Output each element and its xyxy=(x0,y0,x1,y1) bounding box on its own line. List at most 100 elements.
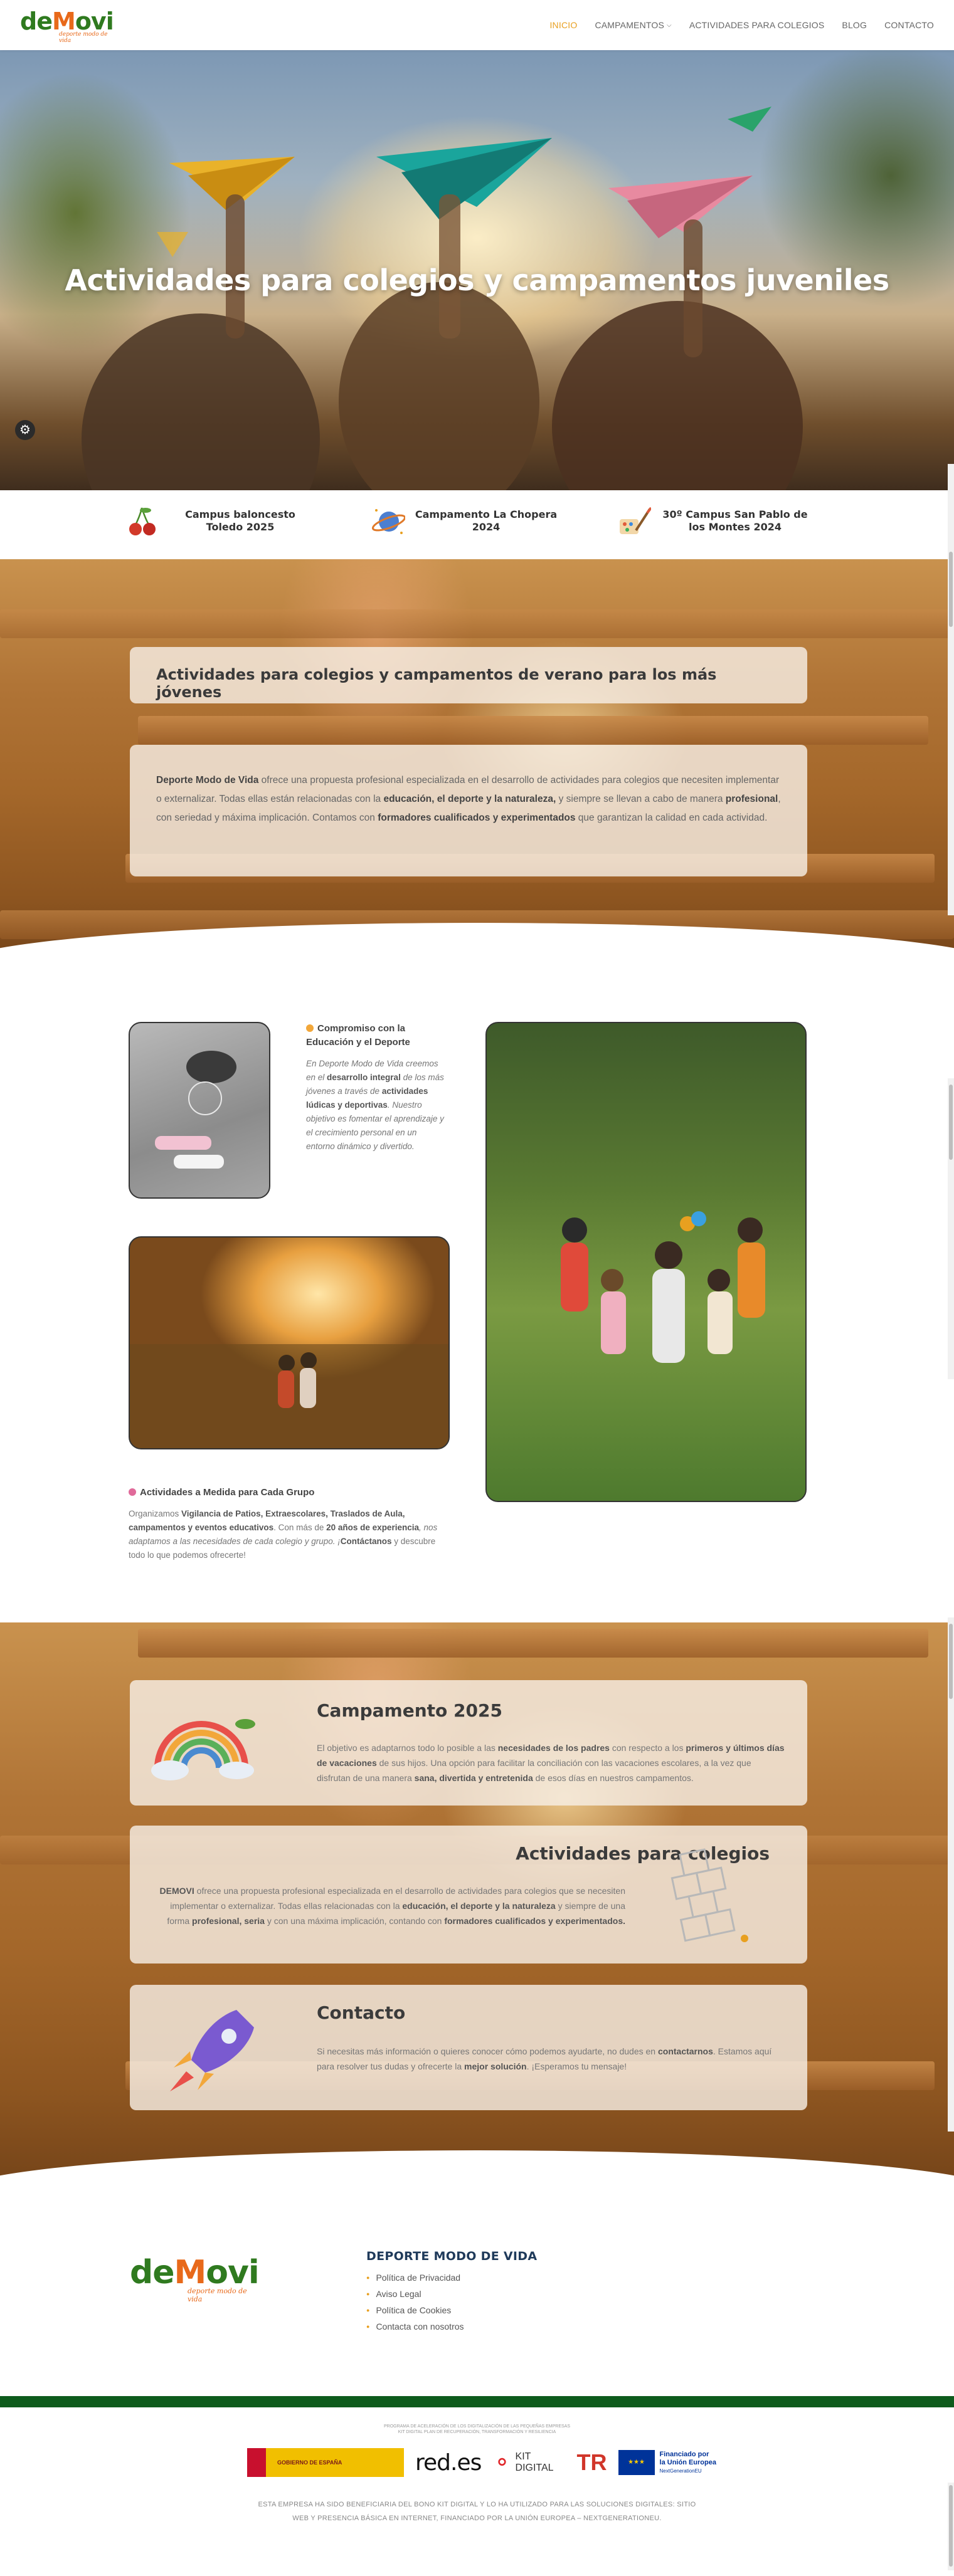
scrollbar[interactable] xyxy=(948,464,954,915)
nav-label: ACTIVIDADES PARA COLEGIOS xyxy=(689,20,825,30)
prtr-logo-icon: TR xyxy=(576,2449,607,2475)
contact-bold[interactable]: contactarnos xyxy=(658,2046,713,2056)
cherries-icon xyxy=(125,504,159,538)
scroll-thumb[interactable] xyxy=(949,552,953,627)
site-header: deMovi deporte modo de vida INICIO CAMPA… xyxy=(0,0,954,50)
logo-part-left: de xyxy=(130,2254,174,2291)
eu-logo-text: Financiado por la Unión Europea NextGenera… xyxy=(660,2451,716,2475)
footer-links-block: DEPORTE MODO DE VIDA Política de Privaci… xyxy=(366,2249,617,2335)
accessibility-gear-icon[interactable]: ⚙ xyxy=(15,420,35,440)
camp-bold: necesidades de los padres xyxy=(497,1743,610,1753)
rocket-icon xyxy=(170,2010,254,2091)
caption-line: WEB Y PRESENCIA BÁSICA EN INTERNET, FINA… xyxy=(292,2515,662,2522)
flower-icon xyxy=(129,1488,136,1496)
commitment-title: Compromiso con la Educación y el Deporte xyxy=(306,1023,410,1048)
logo-tagline: deporte modo de vida xyxy=(59,31,108,44)
nav-blog[interactable]: BLOG xyxy=(842,20,867,30)
cherries-icon-graphic xyxy=(129,507,156,535)
wood-plank xyxy=(138,716,928,745)
kit-digital-logo: ⚬ KIT DIGITAL xyxy=(492,2449,565,2476)
kids-playing-illustration xyxy=(561,1211,765,1363)
paint-icon-graphic xyxy=(620,507,651,534)
footer-link-contact[interactable]: Contacta con nosotros xyxy=(366,2318,617,2335)
planet-icon-graphic xyxy=(371,509,405,534)
scrollbar[interactable] xyxy=(948,1078,954,1379)
contact-bold: mejor solución xyxy=(464,2061,527,2071)
footer-logo[interactable]: deMovi deporte modo de vida xyxy=(130,2254,260,2303)
custom-bold: 20 años de experiencia xyxy=(326,1523,419,1532)
schools-bold: profesional, seria xyxy=(192,1916,265,1926)
section-curve xyxy=(0,2150,954,2212)
camp-card[interactable]: Campamento 2025 El objetivo es adaptarno… xyxy=(130,1680,807,1806)
eu-line: NextGenerationEU xyxy=(659,2468,702,2474)
nav-label: CONTACTO xyxy=(884,20,934,30)
custom-text: Organizamos xyxy=(129,1509,182,1518)
intro-title: Actividades para colegios y campamentos … xyxy=(156,666,717,701)
logo-wordmark: deMovi xyxy=(20,9,114,34)
footer-logo-wordmark: deMovi xyxy=(130,2254,260,2291)
camp-bold: sana, divertida y entretenida xyxy=(414,1773,533,1783)
campus-strip: Campus baloncesto Toledo 2025 Campamento… xyxy=(0,490,954,559)
logo-part-right: ovi xyxy=(206,2254,259,2291)
campus-item[interactable]: Campamento La Chopera 2024 xyxy=(371,504,558,538)
camp-text: de esos días en nuestros campamentos. xyxy=(533,1773,694,1783)
nav-campamentos[interactable]: CAMPAMENTOS ⌵ xyxy=(595,20,671,30)
planet-icon xyxy=(371,504,405,538)
campus-name: Campus baloncesto Toledo 2025 xyxy=(185,508,295,533)
scroll-thumb[interactable] xyxy=(949,1624,953,1699)
eu-logo: ★★★ Financiado por la Unión Europea NextGe… xyxy=(618,2450,716,2475)
kit-digital-small-text: PROGRAMA DE ACELERACIÓN DE LOS DIGITALIZ… xyxy=(0,2424,954,2435)
nav-actividades-colegios[interactable]: ACTIVIDADES PARA COLEGIOS xyxy=(689,20,825,30)
chevron-down-icon: ⌵ xyxy=(667,21,672,29)
custom-text: . Con más de xyxy=(273,1523,327,1532)
commitment-block: Compromiso con la Educación y el Deporte… xyxy=(306,1022,447,1154)
nav-inicio[interactable]: INICIO xyxy=(549,20,577,30)
logo-part-mid: M xyxy=(174,2254,207,2291)
eu-line: Financiado por xyxy=(659,2450,709,2458)
contact-card[interactable]: Contacto Si necesitas más información o … xyxy=(130,1985,807,2110)
custom-bold: Contáctanos xyxy=(340,1537,392,1546)
camp-text: con respecto a los xyxy=(609,1743,686,1753)
contact-text: Si necesitas más información o quieres c… xyxy=(317,2046,658,2056)
nav-label: INICIO xyxy=(549,20,578,30)
gobierno-espana-logo: GOBIERNO DE ESPAÑA xyxy=(247,2448,404,2477)
schools-bold: formadores cualificados y experimentados… xyxy=(444,1916,625,1926)
page: deMovi deporte modo de vida INICIO CAMPA… xyxy=(0,0,954,2576)
eu-line: la Unión Europea xyxy=(659,2458,716,2466)
custom-paragraph: Organizamos Vigilancia de Patios, Extrae… xyxy=(129,1507,450,1562)
footer-link-legal[interactable]: Aviso Legal xyxy=(366,2286,617,2302)
contact-card-text: Si necesitas más información o quieres c… xyxy=(317,2044,787,2074)
schools-bold: educación, el deporte y la naturaleza xyxy=(402,1901,556,1911)
footer-link-privacy[interactable]: Política de Privacidad xyxy=(366,2269,617,2286)
camp-card-title: Campamento 2025 xyxy=(317,1700,502,1721)
wood-plank xyxy=(0,609,954,638)
commitment-heading: Compromiso con la Educación y el Deporte xyxy=(306,1022,447,1049)
campus-name: Campamento La Chopera 2024 xyxy=(415,508,558,533)
scroll-thumb[interactable] xyxy=(949,2485,953,2567)
intro-section: Actividades para colegios y campamentos … xyxy=(0,559,954,983)
camp-card-text: El objetivo es adaptarnos todo lo posibl… xyxy=(317,1740,787,1785)
commitment-paragraph: En Deporte Modo de Vida creemos en el de… xyxy=(306,1057,447,1154)
scrollbar[interactable] xyxy=(948,1617,954,2132)
kit-small-line: KIT DIGITAL PLAN DE RECUPERACIÓN, TRANSF… xyxy=(398,2430,556,2434)
sunset-field-photo xyxy=(129,1236,450,1449)
scroll-thumb[interactable] xyxy=(949,1085,953,1160)
nav-contacto[interactable]: CONTACTO xyxy=(884,20,934,30)
intro-text: que garantizan la calidad en cada activi… xyxy=(575,812,768,823)
custom-activities-block: Actividades a Medida para Cada Grupo Org… xyxy=(129,1486,450,1562)
nav-label: BLOG xyxy=(842,20,867,30)
campus-name: 30º Campus San Pablo de los Montes 2024 xyxy=(662,508,808,533)
schools-card[interactable]: Actividades para colegios DEMOVI ofrece … xyxy=(130,1826,807,1964)
site-logo[interactable]: deMovi deporte modo de vida xyxy=(20,9,114,44)
footer-link-cookies[interactable]: Política de Cookies xyxy=(366,2302,617,2318)
scrollbar[interactable] xyxy=(948,2483,954,2570)
intro-bold: profesional xyxy=(725,794,778,804)
campus-item[interactable]: 30º Campus San Pablo de los Montes 2024 xyxy=(617,504,810,538)
kit-digital-caption: ESTA EMPRESA HA SIDO BENEFICIARIA DEL BO… xyxy=(0,2498,954,2525)
eu-flag-icon: ★★★ xyxy=(618,2450,655,2475)
campus-item[interactable]: Campus baloncesto Toledo 2025 xyxy=(125,504,312,538)
kit-digital-text: KIT DIGITAL xyxy=(515,2451,554,2473)
intro-bold: formadores cualificados y experimentados xyxy=(378,812,576,823)
custom-heading: Actividades a Medida para Cada Grupo xyxy=(129,1486,450,1500)
intro-bold: educación, el deporte y la naturaleza, xyxy=(383,794,556,804)
